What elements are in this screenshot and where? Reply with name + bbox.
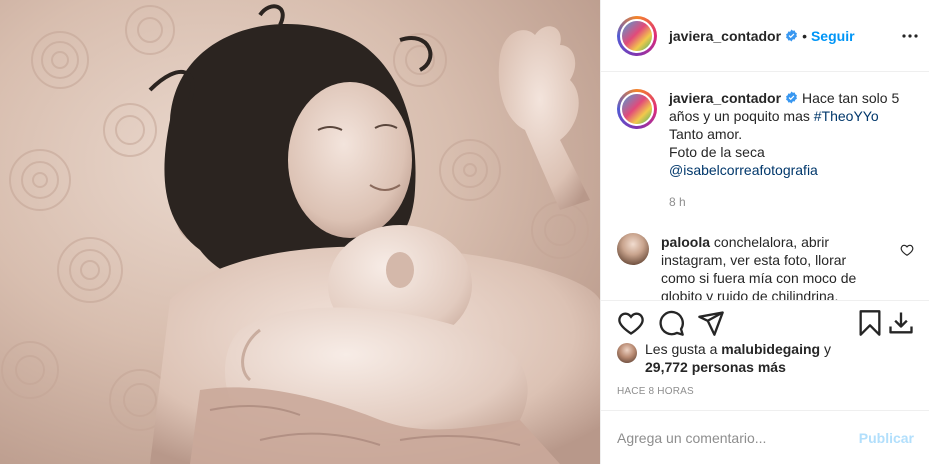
caption-body: javiera_contador Hace tan solo 5 años y … — [669, 89, 914, 211]
publish-button[interactable]: Publicar — [859, 430, 914, 446]
caption-time[interactable]: 8 h — [669, 193, 914, 211]
likes-text: Les gusta a malubidegaing y 29,772 perso… — [645, 340, 831, 376]
photo-illustration — [0, 0, 600, 464]
likes-mid: y — [820, 341, 831, 357]
caption-avatar[interactable] — [617, 89, 657, 129]
caption-line-2: Tanto amor. — [669, 126, 743, 142]
follow-button[interactable]: Seguir — [811, 28, 855, 44]
caption-hashtag[interactable]: #TheoYYo — [814, 108, 879, 124]
comment-icon[interactable] — [657, 309, 685, 337]
caption-mention[interactable]: @isabelcorreafotografia — [669, 162, 818, 178]
header-separator: • — [802, 27, 807, 44]
caption-username[interactable]: javiera_contador — [669, 90, 781, 106]
comment-like-heart-icon[interactable] — [900, 243, 914, 257]
commenter-avatar[interactable] — [617, 233, 649, 265]
verified-badge-icon — [786, 29, 797, 42]
likes-summary: Les gusta a malubidegaing y 29,772 perso… — [617, 340, 917, 376]
add-comment-bar: Publicar — [601, 410, 929, 464]
liker-avatar[interactable] — [617, 343, 637, 363]
comment-input[interactable] — [617, 429, 859, 446]
comment-username[interactable]: paloola — [661, 234, 710, 250]
comment-body: paloola conchelalora, abrir instagram, v… — [661, 233, 881, 300]
comment-item: paloola conchelalora, abrir instagram, v… — [617, 233, 914, 300]
instagram-post: javiera_contador • Seguir javiera_contad… — [0, 0, 929, 464]
share-icon[interactable] — [697, 309, 725, 337]
heart-icon[interactable] — [617, 309, 645, 337]
post-time-ago[interactable]: HACE 8 HORAS — [617, 386, 694, 397]
caption: javiera_contador Hace tan solo 5 años y … — [617, 89, 914, 211]
post-header: javiera_contador • Seguir — [601, 0, 929, 72]
more-options-icon[interactable] — [900, 26, 920, 46]
bookmark-icon[interactable] — [856, 309, 884, 337]
download-icon[interactable] — [887, 309, 915, 337]
action-bar — [601, 300, 929, 344]
comments-section[interactable]: javiera_contador Hace tan solo 5 años y … — [601, 73, 929, 300]
author-avatar[interactable] — [617, 15, 657, 56]
author-username[interactable]: javiera_contador — [669, 28, 781, 44]
caption-line-3: Foto de la seca — [669, 144, 765, 160]
likes-count[interactable]: 29,772 personas más — [645, 359, 786, 375]
verified-badge-icon — [786, 91, 797, 104]
liker-username[interactable]: malubidegaing — [721, 341, 820, 357]
likes-prefix: Les gusta a — [645, 341, 722, 357]
post-side-panel: javiera_contador • Seguir javiera_contad… — [600, 0, 929, 464]
post-photo[interactable] — [0, 0, 600, 464]
